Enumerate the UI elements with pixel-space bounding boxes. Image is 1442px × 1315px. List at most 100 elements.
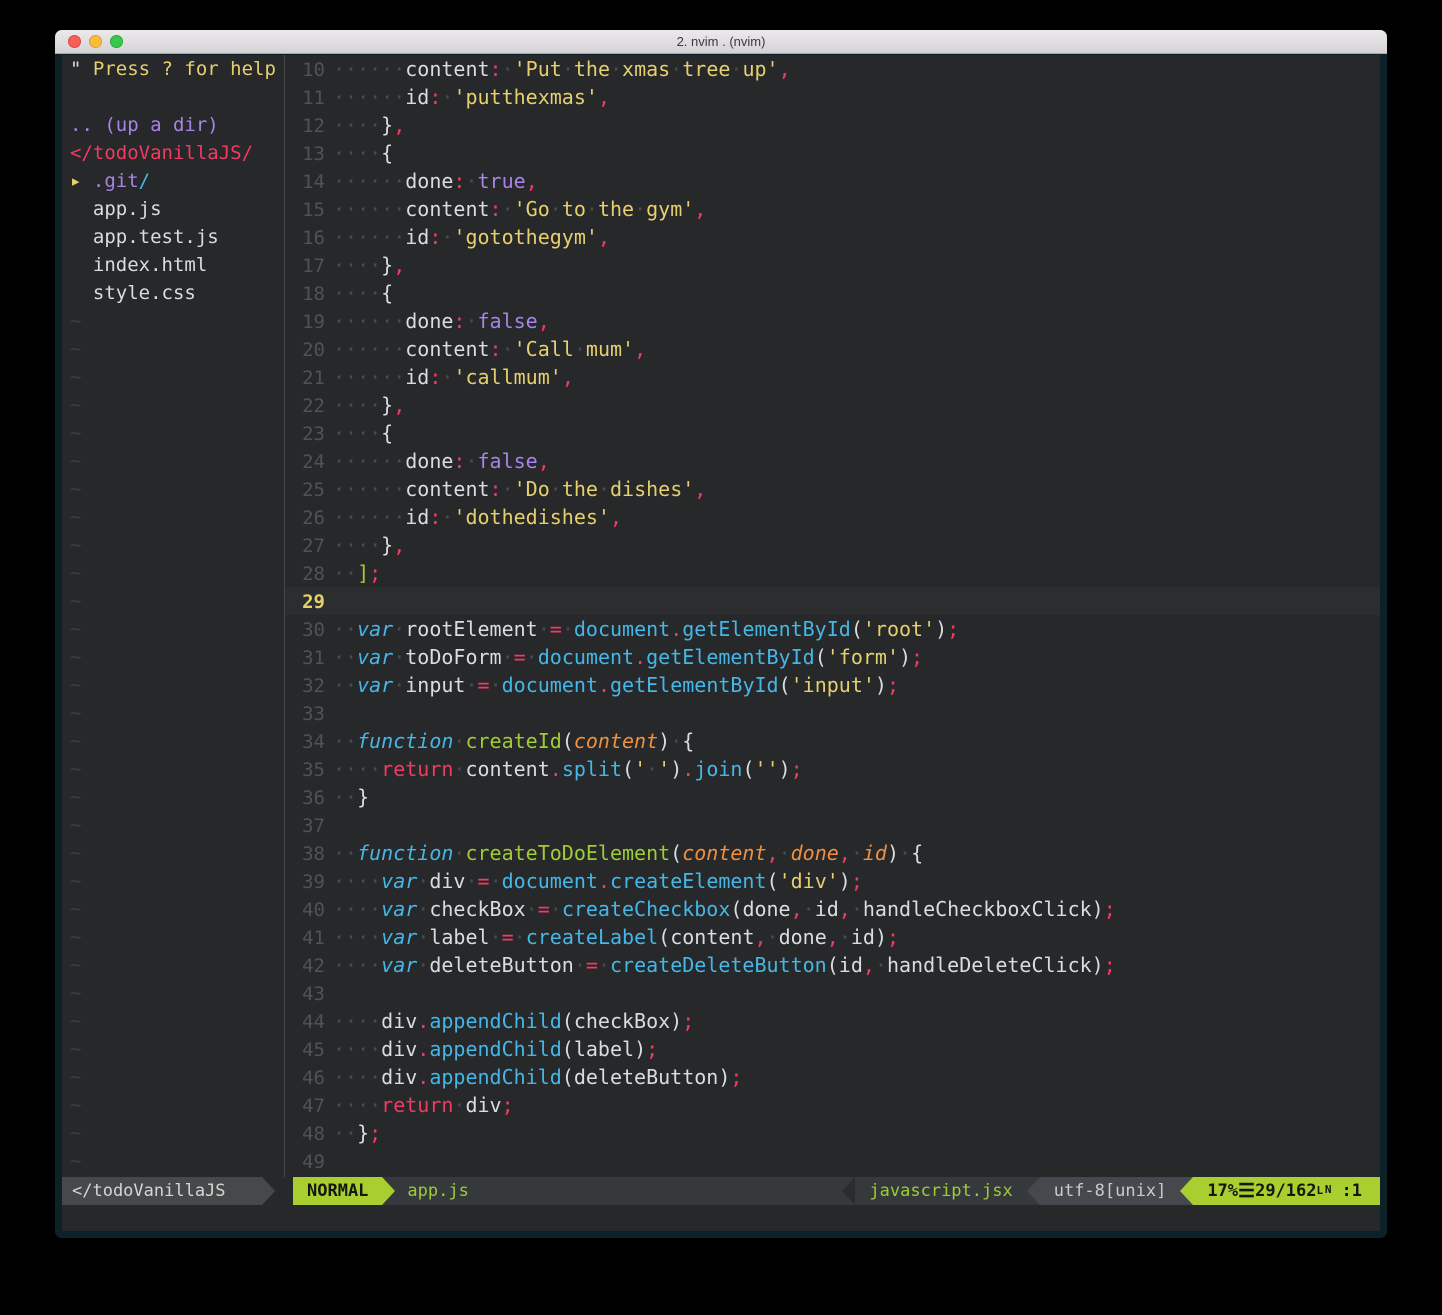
code-line[interactable]: 34··function·createId(content)·{ xyxy=(285,727,1380,755)
code-line[interactable]: 29 xyxy=(285,587,1380,615)
tree-up-dir[interactable]: .. (up a dir) xyxy=(62,111,284,139)
code-line[interactable]: 10······content:·'Put·the·xmas·tree·up', xyxy=(285,55,1380,83)
line-number: 47 xyxy=(285,1092,325,1120)
scroll-percent: 17% xyxy=(1207,1177,1238,1205)
terminal-window: 2. nvim . (nvim) " Press ? for help.. (u… xyxy=(55,30,1387,1238)
code-line[interactable]: 42····var·deleteButton·=·createDeleteBut… xyxy=(285,951,1380,979)
code-line[interactable]: 14······done:·true, xyxy=(285,167,1380,195)
command-line[interactable] xyxy=(62,1205,1380,1231)
code-line[interactable]: 16······id:·'gotothegym', xyxy=(285,223,1380,251)
code-line[interactable]: 23····{ xyxy=(285,419,1380,447)
code-line[interactable]: 20······content:·'Call·mum', xyxy=(285,335,1380,363)
mode-indicator: NORMAL xyxy=(293,1177,382,1205)
line-number: 49 xyxy=(285,1148,325,1176)
statusline-gap xyxy=(275,1177,293,1205)
empty-line-tilde: ~ xyxy=(62,755,284,783)
nerdtree-sidebar[interactable]: " Press ? for help.. (up a dir)</todoVan… xyxy=(62,55,284,1177)
line-number: 43 xyxy=(285,980,325,1008)
code-line[interactable]: 44····div.appendChild(checkBox); xyxy=(285,1007,1380,1035)
code-line[interactable]: 21······id:·'callmum', xyxy=(285,363,1380,391)
code-line[interactable]: 33 xyxy=(285,699,1380,727)
statusline-filename: app.js xyxy=(407,1177,468,1205)
code-line[interactable]: 36··} xyxy=(285,783,1380,811)
code-line[interactable]: 17····}, xyxy=(285,251,1380,279)
line-number: 14 xyxy=(285,168,325,196)
code-line[interactable]: 26······id:·'dothedishes', xyxy=(285,503,1380,531)
code-line[interactable]: 22····}, xyxy=(285,391,1380,419)
code-line[interactable]: 39····var·div·=·document.createElement('… xyxy=(285,867,1380,895)
code-line[interactable]: 19 ······done:·false, xyxy=(285,307,1380,335)
code-line[interactable]: 31··var·toDoForm·=·document.getElementBy… xyxy=(285,643,1380,671)
line-number: 12 xyxy=(285,112,325,140)
code-line[interactable]: 24······done:·false, xyxy=(285,447,1380,475)
editor-buffer[interactable]: 10······content:·'Put·the·xmas·tree·up',… xyxy=(285,55,1380,1177)
tree-item-git[interactable]: ▸ .git/ xyxy=(62,167,284,195)
empty-line-tilde: ~ xyxy=(62,1035,284,1063)
empty-line-tilde: ~ xyxy=(62,923,284,951)
code-text: ··var·rootElement·=·document.getElementB… xyxy=(333,617,959,641)
code-line[interactable]: 27····}, xyxy=(285,531,1380,559)
code-text: ······content:·'Go·to·the·gym', xyxy=(333,197,706,221)
code-line[interactable]: 25 ······content:·'Do·the·dishes', xyxy=(285,475,1380,503)
code-line[interactable]: 12····}, xyxy=(285,111,1380,139)
line-number-icon: LN xyxy=(1317,1180,1332,1202)
code-line[interactable]: 18····{ xyxy=(285,279,1380,307)
empty-line-tilde: ~ xyxy=(62,1119,284,1147)
line-number: 22 xyxy=(285,392,325,420)
empty-line-tilde: ~ xyxy=(62,1091,284,1119)
empty-line-tilde: ~ xyxy=(62,1007,284,1035)
code-line[interactable]: 32··var·input·=·document.getElementById(… xyxy=(285,671,1380,699)
line-number: 17 xyxy=(285,252,325,280)
line-number: 23 xyxy=(285,420,325,448)
tree-item-index-html[interactable]: index.html xyxy=(62,251,284,279)
code-text: ······content:·'Do·the·dishes', xyxy=(333,477,706,501)
empty-line-tilde: ~ xyxy=(62,363,284,391)
code-line[interactable]: 40····var·checkBox·=·createCheckbox(done… xyxy=(285,895,1380,923)
code-line[interactable]: 49 xyxy=(285,1147,1380,1175)
line-number: 38 xyxy=(285,840,325,868)
tree-item-app-test-js[interactable]: app.test.js xyxy=(62,223,284,251)
line-number: 36 xyxy=(285,784,325,812)
code-line[interactable]: 48··}; xyxy=(285,1119,1380,1147)
code-line[interactable]: 46····div.appendChild(deleteButton); xyxy=(285,1063,1380,1091)
line-number: 46 xyxy=(285,1064,325,1092)
code-line[interactable]: 11······id:·'putthexmas', xyxy=(285,83,1380,111)
lines-icon: ☰ xyxy=(1238,1177,1255,1205)
code-line[interactable]: 41····var·label·=·createLabel(content,·d… xyxy=(285,923,1380,951)
powerline-arrow-icon xyxy=(1180,1177,1193,1205)
tree-item-style-css[interactable]: style.css xyxy=(62,279,284,307)
code-line[interactable]: 47····return·div; xyxy=(285,1091,1380,1119)
tree-root[interactable]: </todoVanillaJS/ xyxy=(62,139,284,167)
nvim-screen: " Press ? for help.. (up a dir)</todoVan… xyxy=(62,55,1380,1231)
line-number: 34 xyxy=(285,728,325,756)
statusline: </todoVanillaJS NORMAL app.js javascript… xyxy=(62,1177,1380,1205)
code-line[interactable]: 37 xyxy=(285,811,1380,839)
code-line[interactable]: 30··var·rootElement·=·document.getElemen… xyxy=(285,615,1380,643)
code-text: ······done:·false, xyxy=(333,449,550,473)
line-number: 33 xyxy=(285,700,325,728)
code-text: ····div.appendChild(label); xyxy=(333,1037,658,1061)
code-line[interactable]: 13····{ xyxy=(285,139,1380,167)
code-line[interactable]: 28··]; xyxy=(285,559,1380,587)
code-line[interactable]: 43 xyxy=(285,979,1380,1007)
tree-item-app-js[interactable]: app.js xyxy=(62,195,284,223)
empty-line-tilde: ~ xyxy=(62,615,284,643)
code-line[interactable]: 38··function·createToDoElement(content,·… xyxy=(285,839,1380,867)
code-text: ····var·div·=·document.createElement('di… xyxy=(333,869,863,893)
code-text: ····var·deleteButton·=·createDeleteButto… xyxy=(333,953,1116,977)
line-number: 20 xyxy=(285,336,325,364)
code-text: ······done:·false, xyxy=(333,309,550,333)
line-number: 19 xyxy=(285,308,325,336)
code-line[interactable]: 45····div.appendChild(label); xyxy=(285,1035,1380,1063)
line-number: 28 xyxy=(285,560,325,588)
line-number: 25 xyxy=(285,476,325,504)
code-text: ······id:·'putthexmas', xyxy=(333,85,610,109)
code-line[interactable]: 35····return·content.split('·').join('')… xyxy=(285,755,1380,783)
powerline-arrow-icon xyxy=(262,1177,275,1205)
code-text: ····div.appendChild(checkBox); xyxy=(333,1009,694,1033)
code-line[interactable]: 15······content:·'Go·to·the·gym', xyxy=(285,195,1380,223)
tree-blank xyxy=(62,83,284,111)
code-text: ····}, xyxy=(333,533,405,557)
code-text: ··}; xyxy=(333,1121,381,1145)
empty-line-tilde: ~ xyxy=(62,671,284,699)
